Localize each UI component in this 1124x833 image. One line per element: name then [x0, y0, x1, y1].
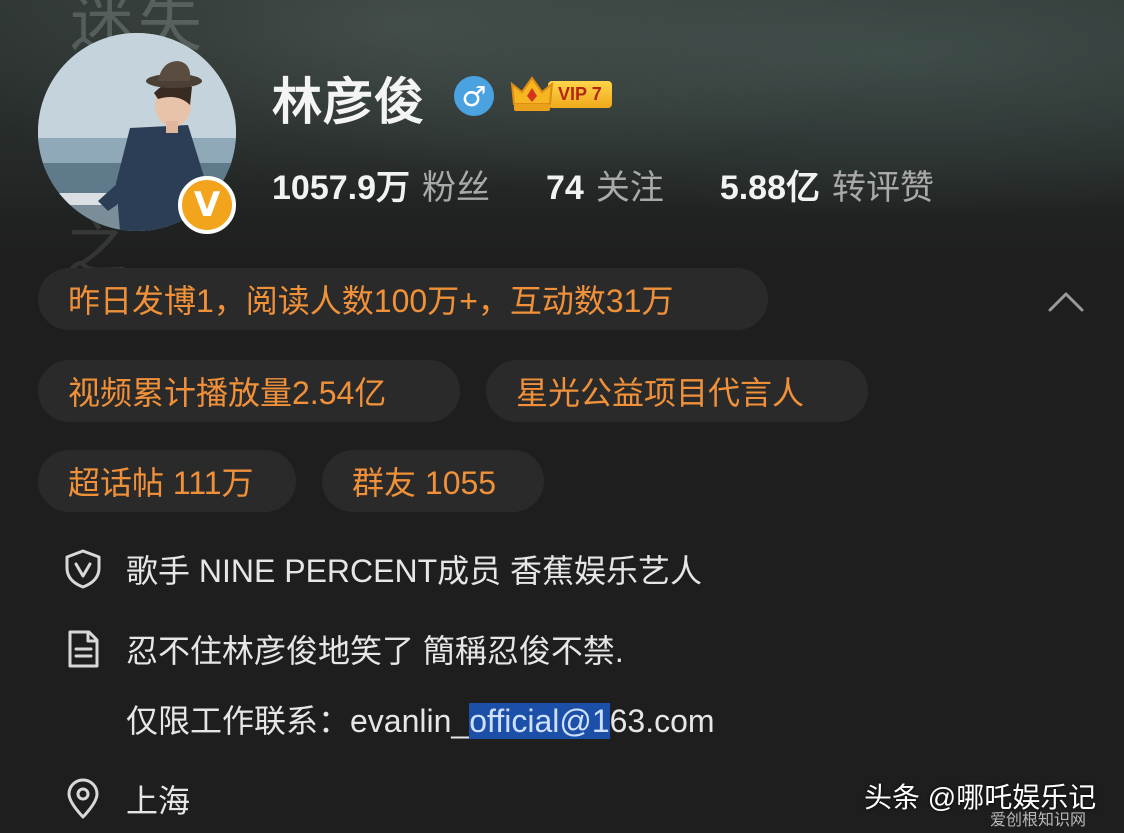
watermark-sub: 爱创根知识网 — [990, 812, 1087, 829]
location-text: 上海 — [126, 783, 191, 819]
bio-contact-suffix: 63.com — [609, 703, 715, 739]
supertopic-pill[interactable]: 超话帖 111万 — [38, 450, 296, 512]
followers-label: 粉丝 — [422, 169, 490, 207]
chevron-up-icon[interactable] — [1046, 286, 1086, 316]
vip-level-label: VIP 7 — [548, 80, 612, 108]
profile-page: 迷失 之 V 林彦俊 ♂ VIP 7 1057.9万 粉丝 74 关注 5.88… — [0, 0, 1124, 833]
bio-line-1: 忍不住林彦俊地笑了 簡稱忍俊不禁. — [126, 633, 624, 669]
profile-name: 林彦俊 — [272, 74, 425, 130]
following-stat[interactable]: 74 关注 — [546, 160, 664, 209]
following-label: 关注 — [595, 169, 664, 207]
engagement-stat[interactable]: 5.88亿 转评赞 — [720, 160, 934, 209]
bio-row: 忍不住林彦俊地笑了 簡稱忍俊不禁. — [62, 626, 624, 672]
profile-stats: 1057.9万 粉丝 74 关注 5.88亿 转评赞 — [272, 160, 990, 209]
followers-count: 1057.9万 — [272, 169, 410, 207]
location-row: 上海 — [62, 776, 190, 822]
shield-v-icon — [65, 549, 101, 589]
crown-icon — [510, 76, 554, 111]
location-pin-icon — [67, 778, 99, 819]
followers-stat[interactable]: 1057.9万 粉丝 — [272, 160, 490, 209]
activity-pill-text: 昨日发博1，阅读人数100万+，互动数31万 — [68, 283, 674, 319]
group-text: 群友 1055 — [352, 465, 497, 501]
engagement-count: 5.88亿 — [719, 169, 821, 207]
male-symbol-icon: ♂ — [454, 76, 494, 116]
bio-contact-prefix: 仅限工作联系：evanlin_ — [126, 703, 470, 739]
charity-text: 星光公益项目代言人 — [516, 375, 805, 411]
video-plays-text: 视频累计播放量2.54亿 — [68, 375, 387, 411]
verification-row: 歌手 NINE PERCENT成员 香蕉娱乐艺人 — [62, 546, 702, 592]
supertopic-text: 超话帖 111万 — [68, 465, 254, 501]
engagement-label: 转评赞 — [832, 169, 935, 207]
document-icon — [68, 630, 99, 668]
verified-v-icon: V — [178, 176, 236, 234]
video-plays-pill[interactable]: 视频累计播放量2.54亿 — [38, 360, 460, 422]
vip-badge[interactable]: VIP 7 — [510, 72, 612, 116]
activity-pill[interactable]: 昨日发博1，阅读人数100万+，互动数31万 — [38, 268, 768, 330]
group-pill[interactable]: 群友 1055 — [322, 450, 544, 512]
bio-contact-selected-text[interactable]: official@1 — [469, 703, 610, 739]
following-count: 74 — [546, 169, 584, 207]
charity-pill[interactable]: 星光公益项目代言人 — [486, 360, 868, 422]
verification-text: 歌手 NINE PERCENT成员 香蕉娱乐艺人 — [126, 553, 703, 589]
bio-line-2: 仅限工作联系：evanlin_official@163.com — [126, 696, 715, 742]
